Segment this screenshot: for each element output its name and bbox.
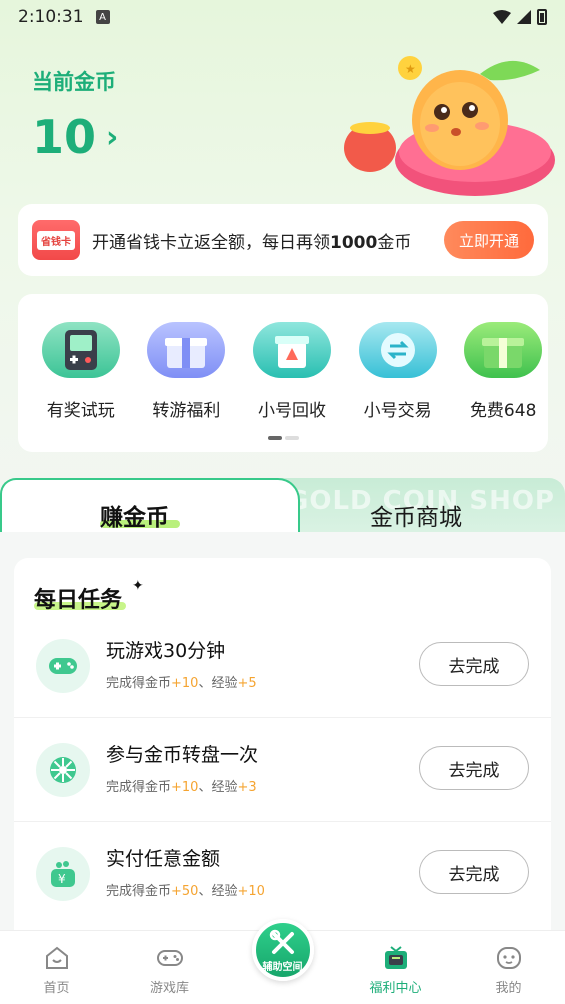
task-go-button[interactable]: 去完成: [419, 746, 529, 790]
task-go-button[interactable]: 去完成: [419, 642, 529, 686]
coins-value: 10: [32, 110, 97, 164]
promo-text-amount: 1000: [330, 232, 378, 253]
task-reward-sep: 、经验: [198, 676, 238, 691]
shortcut-alt-trade[interactable]: 小号交易: [345, 322, 451, 421]
task-reward-label: 完成得金币: [106, 884, 172, 899]
daily-tasks-card: 每日任务 ✦ 玩游戏30分钟 完成得金币+10、经验+5 去完成 参与金币转盘一…: [14, 558, 551, 938]
shortcut-trial-play[interactable]: 有奖试玩: [28, 322, 134, 421]
nav-label: 我的: [495, 981, 522, 996]
pager-dots: [268, 436, 299, 440]
svg-text:¥: ¥: [58, 872, 66, 886]
task-reward-coin: +50: [171, 884, 199, 899]
recycle-box-icon: [252, 322, 331, 378]
gamepad-icon: [36, 639, 90, 693]
nav-label: 首页: [43, 981, 70, 996]
task-name: 实付任意金额: [106, 848, 221, 870]
signal-icon: [517, 10, 531, 24]
tab-earn-coins[interactable]: 赚金币: [100, 498, 169, 532]
green-gift-icon: [464, 322, 543, 378]
gamepad-icon: [156, 950, 183, 966]
sparkle-icon: ✦: [132, 578, 144, 594]
handheld-console-icon: [41, 322, 120, 378]
accessibility-a-icon: A: [95, 10, 110, 24]
savings-card-badge: 省钱卡: [37, 230, 75, 250]
nav-benefit-center[interactable]: 福利中心: [339, 931, 452, 1004]
shortcut-label: 有奖试玩: [46, 401, 115, 421]
savings-card-icon: 省钱卡: [32, 220, 80, 260]
task-row: 参与金币转盘一次 完成得金币+10、经验+3 去完成: [14, 718, 551, 822]
shortcut-label: 转游福利: [152, 401, 221, 421]
wallet-yen-icon: ¥: [36, 847, 90, 901]
nav-assist-space[interactable]: 辅助空间: [226, 919, 339, 1004]
battery-icon: [537, 9, 547, 25]
task-reward: 完成得金币+50、经验+10: [106, 880, 265, 899]
profile-face-icon: [496, 947, 521, 969]
coins-balance-link[interactable]: 10 ›: [32, 110, 118, 164]
promo-text-pre: 开通省钱卡立返全额，每日再领: [92, 232, 330, 253]
task-reward-coin: +10: [171, 780, 199, 795]
coins-label: 当前金币: [32, 70, 116, 94]
tab-coin-shop[interactable]: 金币商城: [370, 498, 462, 532]
pager-dot: [285, 436, 299, 440]
tools-icon: [269, 929, 294, 954]
shortcut-label: 小号交易: [363, 401, 432, 421]
nav-game-library[interactable]: 游戏库: [113, 931, 226, 1004]
task-reward-exp: +10: [237, 884, 265, 899]
nav-label: 辅助空间: [262, 961, 303, 973]
wheel-icon: [36, 743, 90, 797]
task-row: 玩游戏30分钟 完成得金币+10、经验+5 去完成: [14, 614, 551, 718]
shortcut-alt-recycle[interactable]: 小号回收: [239, 322, 345, 421]
promo-text: 开通省钱卡立返全额，每日再领1000金币: [92, 228, 411, 253]
task-reward-sep: 、经验: [198, 780, 238, 795]
shortcut-label: 免费648: [469, 401, 537, 421]
task-reward: 完成得金币+10、经验+3: [106, 776, 257, 795]
activate-now-button[interactable]: 立即开通: [444, 221, 534, 259]
nav-label: 游戏库: [149, 981, 189, 996]
task-reward-label: 完成得金币: [106, 676, 172, 691]
assist-space-button[interactable]: 辅助空间: [251, 919, 314, 981]
shortcuts-card: 有奖试玩 转游福利 小号回收 小号交易 免费648: [18, 294, 548, 452]
tv-gift-icon: [384, 946, 407, 969]
svg-text:★: ★: [405, 62, 416, 76]
bottom-nav: 首页 游戏库 辅助空间 福利中心 我的: [0, 919, 565, 1004]
gift-box-icon: [147, 322, 226, 378]
chevron-right-icon: ›: [106, 119, 119, 155]
task-reward-exp: +5: [237, 676, 257, 691]
savings-card-promo[interactable]: 省钱卡 开通省钱卡立返全额，每日再领1000金币 立即开通: [18, 204, 548, 276]
pager-dot-active: [268, 436, 282, 440]
task-reward-exp: +3: [237, 780, 257, 795]
nav-home[interactable]: 首页: [0, 931, 113, 1004]
exchange-coin-icon: [358, 322, 437, 378]
task-go-button[interactable]: 去完成: [419, 850, 529, 894]
status-time: 2:10:31: [18, 7, 84, 27]
task-reward: 完成得金币+10、经验+5: [106, 672, 257, 691]
tasks-title: 每日任务: [34, 588, 123, 613]
task-reward-label: 完成得金币: [106, 780, 172, 795]
task-name: 玩游戏30分钟: [106, 640, 226, 662]
nav-profile[interactable]: 我的: [452, 931, 565, 1004]
nav-label: 福利中心: [369, 981, 422, 996]
task-reward-sep: 、经验: [198, 884, 238, 899]
tasks-panel: 每日任务 ✦ 玩游戏30分钟 完成得金币+10、经验+5 去完成 参与金币转盘一…: [0, 532, 565, 938]
shortcut-free-648[interactable]: 免费648: [450, 322, 556, 421]
promo-text-post: 金币: [377, 232, 412, 253]
mascot-illustration: ★: [344, 56, 555, 196]
task-reward-coin: +10: [171, 676, 199, 691]
shortcut-transfer-benefit[interactable]: 转游福利: [134, 322, 240, 421]
wifi-icon: [493, 10, 511, 24]
task-row: ¥ 实付任意金额 完成得金币+50、经验+10 去完成: [14, 822, 551, 926]
shortcut-label: 小号回收: [257, 401, 326, 421]
status-bar: 2:10:31 A: [0, 0, 565, 34]
home-icon: [45, 946, 68, 969]
task-name: 参与金币转盘一次: [106, 744, 259, 766]
